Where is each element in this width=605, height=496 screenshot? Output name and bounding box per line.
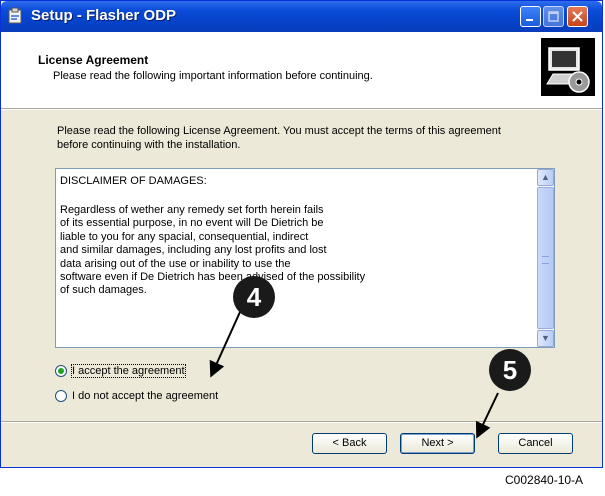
scroll-down-icon[interactable]: ▼ (537, 330, 554, 347)
vertical-scrollbar[interactable]: ▲ ▼ (537, 169, 554, 347)
minimize-icon[interactable] (520, 6, 541, 27)
scroll-grip (542, 256, 549, 264)
next-button[interactable]: Next > (400, 433, 475, 454)
license-body: Regardless of wether any remedy set fort… (60, 204, 366, 297)
close-icon[interactable] (567, 6, 588, 27)
instructions-text: Please read the following License Agreem… (57, 125, 501, 151)
license-heading: DISCLAIMER OF DAMAGES: (60, 175, 207, 187)
page-subtitle: Please read the following important info… (53, 70, 373, 82)
figure-caption: C002840-10-A (505, 473, 584, 487)
footer-divider (1, 421, 602, 423)
setup-window: Setup - Flasher ODP License Agreement Pl… (0, 0, 603, 468)
scroll-thumb[interactable] (537, 187, 554, 329)
page-title: License Agreement (38, 53, 149, 67)
license-textbox[interactable]: DISCLAIMER OF DAMAGES: Regardless of wet… (55, 168, 555, 348)
accept-label[interactable]: I accept the agreement (71, 364, 186, 378)
callout-5: 5 (489, 349, 531, 391)
title-bar[interactable]: Setup - Flasher ODP (1, 1, 602, 32)
callout-4: 4 (233, 276, 275, 318)
decline-radio-button[interactable] (55, 390, 67, 402)
accept-radio-button[interactable] (55, 365, 67, 377)
decline-label[interactable]: I do not accept the agreement (72, 390, 218, 402)
back-button[interactable]: < Back (312, 433, 387, 454)
window-title: Setup - Flasher ODP (31, 7, 177, 24)
scroll-up-icon[interactable]: ▲ (537, 169, 554, 186)
header-divider (1, 108, 602, 110)
wizard-header: License Agreement Please read the follow… (1, 32, 602, 108)
computer-disk-icon (541, 38, 595, 96)
radio-selected-dot (58, 368, 64, 374)
cancel-button[interactable]: Cancel (498, 433, 573, 454)
setup-app-icon (8, 7, 22, 24)
maximize-icon[interactable] (543, 6, 564, 27)
